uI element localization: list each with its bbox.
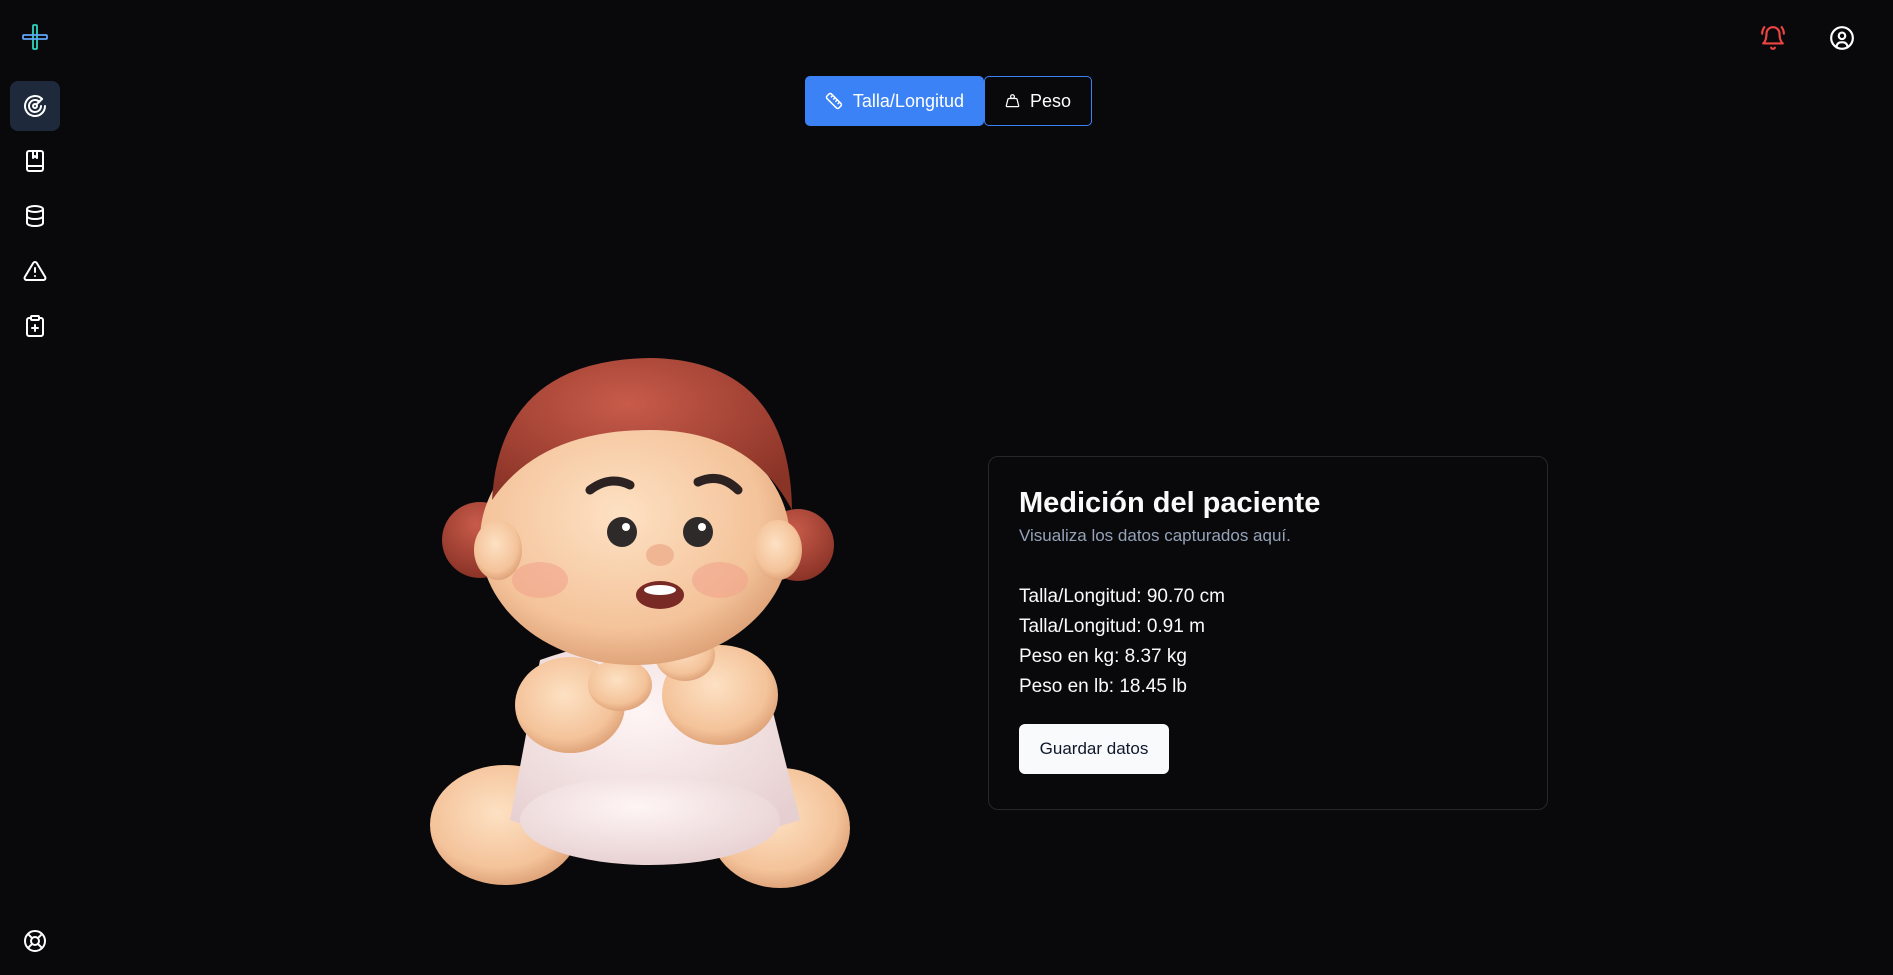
weight-icon bbox=[1005, 94, 1020, 108]
card-subtitle: Visualiza los datos capturados aquí. bbox=[1019, 526, 1291, 545]
measurement-length-cm: Talla/Longitud: 90.70 cm bbox=[1019, 586, 1225, 607]
sidebar-item-book[interactable] bbox=[10, 136, 60, 186]
radar-icon bbox=[24, 95, 46, 117]
ruler-icon bbox=[825, 92, 843, 110]
measurement-weight-kg: Peso en kg: 8.37 kg bbox=[1019, 646, 1187, 667]
card-title: Medición del paciente bbox=[1019, 487, 1321, 519]
app-root: Talla/Longitud Peso Medición del pacient… bbox=[0, 0, 1893, 975]
clipboard-plus-icon bbox=[26, 315, 44, 337]
length-toggle-label: Talla/Longitud bbox=[852, 90, 964, 111]
save-data-button[interactable]: Guardar datos bbox=[1019, 724, 1169, 774]
length-toggle-button[interactable]: Talla/Longitud bbox=[805, 76, 984, 126]
measurement-weight-lb: Peso en lb: 18.45 lb bbox=[1019, 676, 1187, 697]
sidebar-item-clipboard[interactable] bbox=[10, 301, 60, 351]
help-button[interactable] bbox=[10, 916, 60, 966]
sidebar bbox=[0, 0, 70, 975]
baby-illustration bbox=[420, 350, 880, 910]
sidebar-item-alerts[interactable] bbox=[10, 246, 60, 296]
database-icon bbox=[26, 205, 44, 228]
sidebar-item-database[interactable] bbox=[10, 191, 60, 241]
measurement-toggle: Talla/Longitud Peso bbox=[805, 76, 1092, 126]
bell-alert-icon bbox=[1761, 26, 1785, 50]
weight-toggle-label: Peso bbox=[1029, 90, 1071, 111]
measurement-length-m: Talla/Longitud: 0.91 m bbox=[1019, 616, 1205, 637]
user-circle-icon bbox=[1830, 26, 1854, 50]
warning-triangle-icon bbox=[23, 260, 47, 281]
sidebar-item-radar[interactable] bbox=[10, 81, 60, 131]
medical-plus-icon[interactable] bbox=[22, 24, 48, 50]
life-buoy-icon bbox=[24, 930, 46, 952]
account-button[interactable] bbox=[1824, 20, 1860, 56]
measurement-card: Medición del paciente Visualiza los dato… bbox=[988, 456, 1548, 810]
notifications-button[interactable] bbox=[1755, 20, 1791, 56]
bookmark-book-icon bbox=[26, 150, 44, 172]
weight-toggle-button[interactable]: Peso bbox=[984, 76, 1092, 126]
measurement-list: Talla/Longitud: 90.70 cm Talla/Longitud:… bbox=[1019, 582, 1517, 702]
